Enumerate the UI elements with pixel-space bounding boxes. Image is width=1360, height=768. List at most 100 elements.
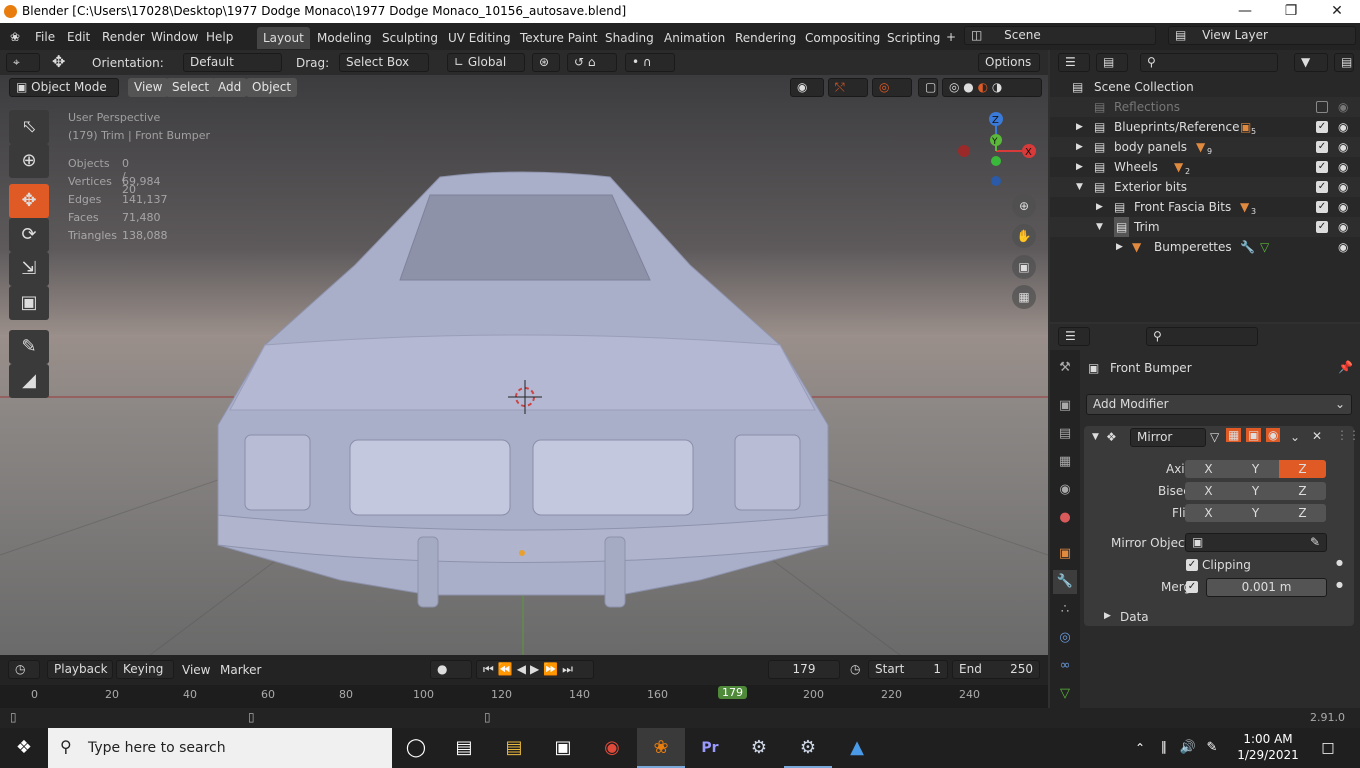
view-layer-selector[interactable]: ▤ View Layer [1168, 26, 1356, 45]
merge-distance-field[interactable]: 0.001 m [1206, 578, 1327, 597]
proportional-toggle[interactable]: • ∩ [625, 53, 675, 72]
gizmo-toggle[interactable]: ⤲ [828, 78, 868, 97]
tab-modeling[interactable]: Modeling [311, 27, 378, 49]
expand-arrow-icon[interactable]: ▶ [1076, 157, 1083, 177]
timeline-editor-type[interactable]: ◷ [8, 660, 40, 679]
data-subpanel-label[interactable]: Data [1120, 610, 1149, 624]
menu-help[interactable]: Help [206, 28, 233, 46]
add-workspace-icon[interactable]: + [946, 28, 956, 46]
taskbar-search-box[interactable]: ⚲ Type here to search [48, 728, 392, 768]
checkbox[interactable] [1316, 101, 1328, 113]
eye-icon[interactable]: ◉ [1338, 197, 1348, 217]
expand-arrow-icon[interactable]: ▶ [1116, 237, 1123, 257]
store-icon[interactable]: ▣ [539, 728, 587, 768]
physics-tab-icon[interactable]: ◎ [1053, 626, 1077, 650]
merge-checkbox[interactable]: ✓ [1186, 581, 1198, 593]
outliner-row-reflections[interactable]: ▤ Reflections ◉ [1050, 97, 1360, 117]
grid-icon[interactable]: ▦ [1012, 285, 1036, 309]
flip-y-toggle[interactable]: Y [1232, 504, 1279, 522]
cursor-tool[interactable]: ⊕ [9, 144, 49, 178]
menu-edit[interactable]: Edit [67, 28, 90, 46]
expand-arrow-icon[interactable]: ▶ [1096, 197, 1103, 217]
scene-selector[interactable]: ◫ Scene [964, 26, 1156, 45]
add-modifier-dropdown[interactable]: Add Modifier ⌄ [1086, 394, 1352, 415]
blender-menu-icon[interactable]: ❀ [10, 28, 20, 46]
shading-modes[interactable]: ◎ ● ◐ ◑ [942, 78, 1042, 97]
mode-dropdown[interactable]: ▣ Object Mode [9, 78, 119, 97]
orientation-dropdown[interactable]: Default [183, 53, 282, 72]
bisect-z-toggle[interactable]: Z [1279, 482, 1326, 500]
properties-search[interactable]: ⚲ [1146, 327, 1258, 346]
rotate-tool[interactable]: ⟳ [9, 218, 49, 252]
start-frame-field[interactable]: Start 1 [868, 660, 948, 679]
tab-sculpting[interactable]: Sculpting [376, 27, 444, 49]
outliner-row-blueprints[interactable]: ▶ ▤ Blueprints/Reference ▣ 5 ✓ ◉ [1050, 117, 1360, 137]
collapse-arrow-icon[interactable]: ▼ [1076, 177, 1083, 197]
eye-icon[interactable]: ◉ [1338, 217, 1348, 237]
constraints-tab-icon[interactable]: ∞ [1053, 654, 1077, 678]
task-view-icon[interactable]: ▤ [440, 728, 488, 768]
modifier-options-icon[interactable]: ⌄ [1290, 430, 1300, 444]
record-button[interactable]: ● [430, 660, 472, 679]
pin-icon[interactable]: 📌 [1338, 360, 1353, 374]
minimize-button[interactable]: — [1222, 0, 1268, 23]
show-hidden-icons[interactable]: ⌃ [1128, 728, 1152, 768]
volume-icon[interactable]: 🔊 [1176, 728, 1200, 768]
playback-controls[interactable]: ⏮⏪◀▶⏩⏭ [476, 660, 594, 679]
scene-tab-icon[interactable]: ◉ [1053, 478, 1077, 502]
checkbox[interactable]: ✓ [1316, 201, 1328, 213]
eyedropper-icon[interactable]: ✎ [1310, 534, 1320, 551]
end-frame-field[interactable]: End 250 [952, 660, 1040, 679]
frame-ruler[interactable]: 0 20 40 60 80 100 120 140 160 179 200 22… [0, 685, 1048, 708]
drag-dropdown[interactable]: Select Box [339, 53, 429, 72]
clipping-checkbox[interactable]: ✓ [1186, 559, 1198, 571]
edit-mode-icon[interactable]: ▽ [1210, 430, 1219, 444]
view-layer-tab-icon[interactable]: ▦ [1053, 450, 1077, 474]
scale-tool[interactable]: ⇲ [9, 252, 49, 286]
expand-arrow-icon[interactable]: ▶ [1076, 137, 1083, 157]
zoom-icon[interactable]: ⊕ [1012, 194, 1036, 218]
snap-toggle[interactable]: ↺ ⌂ [567, 53, 617, 72]
close-button[interactable]: ✕ [1314, 0, 1360, 23]
maximize-button[interactable]: ❐ [1268, 0, 1314, 23]
scene-collection-row[interactable]: ▤ Scene Collection [1050, 77, 1360, 97]
select-box-tool[interactable]: ⬁ [9, 110, 49, 144]
move-tool[interactable]: ✥ [9, 184, 49, 218]
keying-menu[interactable]: Keying [116, 660, 174, 679]
editor-type-selector[interactable]: ⌖ [6, 53, 40, 72]
menu-window[interactable]: Window [151, 28, 198, 46]
outliner-row-body-panels[interactable]: ▶ ▤ body panels ▼ 9 ✓ ◉ [1050, 137, 1360, 157]
cage-toggle-icon[interactable]: ▦ [1226, 428, 1242, 442]
outliner-row-trim[interactable]: ▼ ▤ Trim ✓ ◉ [1050, 217, 1360, 237]
eye-icon[interactable]: ◉ [1338, 177, 1348, 197]
keyframe-dot-icon[interactable]: ● [1336, 580, 1343, 589]
transform-tool[interactable]: ▣ [9, 286, 49, 320]
properties-editor-type[interactable]: ☰ [1058, 327, 1090, 346]
file-explorer-icon[interactable]: ▤ [490, 728, 538, 768]
timeline-view-menu[interactable]: View [182, 661, 210, 679]
new-collection-button[interactable]: ▤ [1334, 53, 1354, 72]
network-icon[interactable]: ∥ [1152, 728, 1176, 768]
transform-space-dropdown[interactable]: ∟ Global [447, 53, 525, 72]
notifications-icon[interactable]: □ [1306, 728, 1350, 768]
eye-icon[interactable]: ◉ [1338, 97, 1348, 117]
checkbox[interactable]: ✓ [1316, 121, 1328, 133]
drag-handle-icon[interactable]: ⋮⋮ [1336, 428, 1360, 442]
pen-icon[interactable]: ✎ [1200, 728, 1224, 768]
keyframe-dot-icon[interactable]: ● [1336, 558, 1343, 567]
blender-taskbar-icon[interactable]: ❀ [637, 728, 685, 768]
tab-rendering[interactable]: Rendering [729, 27, 802, 49]
filter-dropdown[interactable]: ▼ [1294, 53, 1328, 72]
collapse-arrow-icon[interactable]: ▼ [1092, 432, 1099, 442]
remove-modifier-icon[interactable]: ✕ [1312, 429, 1322, 443]
navigation-gizmo[interactable]: Z X Y [952, 109, 1042, 199]
camera-icon[interactable]: ▣ [1012, 255, 1036, 279]
collapse-arrow-icon[interactable]: ▼ [1096, 217, 1103, 237]
steam-icon[interactable]: ⚙ [735, 728, 783, 768]
timeline-marker-menu[interactable]: Marker [220, 661, 261, 679]
bisect-x-toggle[interactable]: X [1185, 482, 1232, 500]
display-mode-dropdown[interactable]: ▤ [1096, 53, 1128, 72]
axis-z-toggle[interactable]: Z [1279, 460, 1326, 478]
eye-icon[interactable]: ◉ [1338, 237, 1348, 257]
checkbox[interactable]: ✓ [1316, 181, 1328, 193]
